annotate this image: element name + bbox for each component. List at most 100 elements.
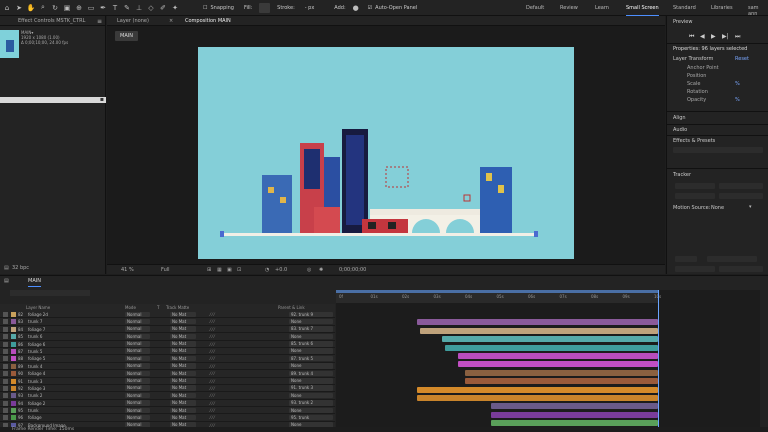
pan-behind-tool-icon[interactable]: ⊕ — [74, 3, 84, 13]
parent-select[interactable]: None — [289, 318, 333, 325]
clone-stamp-tool-icon[interactable]: ⊥ — [134, 3, 144, 13]
blend-mode-select[interactable]: Normal — [125, 333, 150, 340]
layer-bar[interactable] — [458, 361, 658, 368]
col-track-matte[interactable]: Track Matte — [166, 305, 189, 310]
parent-select[interactable]: 87. trunk 5 — [289, 355, 333, 362]
label-color-swatch[interactable] — [11, 378, 16, 384]
switches-icon[interactable]: ⁄ ⁄ ⁄ — [210, 349, 215, 354]
layer-name[interactable]: foliage 4 — [28, 371, 45, 376]
track-matte-select[interactable]: No Mat — [170, 370, 196, 377]
layer-bar[interactable] — [416, 395, 658, 401]
parent-select[interactable]: 91. trunk 3 — [289, 385, 333, 391]
project-search-bar[interactable]: ▪ — [0, 96, 106, 103]
motion-source-select[interactable]: None — [711, 205, 724, 211]
layer-row[interactable]: 89 trunk 4 Normal No Mat ⁄ ⁄ ⁄ None — [0, 362, 335, 371]
switches-icon[interactable]: ⁄ ⁄ ⁄ — [210, 312, 215, 317]
eye-icon[interactable] — [3, 341, 8, 347]
effects-presets-header[interactable]: Effects & Presets — [673, 138, 715, 144]
work-area-bar[interactable] — [336, 290, 658, 293]
layer-name[interactable]: foliage 3 — [28, 386, 45, 391]
label-color-swatch[interactable] — [11, 348, 16, 354]
layer-row[interactable]: 87 trunk 5 Normal No Mat ⁄ ⁄ ⁄ None — [0, 347, 335, 356]
layer-name[interactable]: trunk 5 — [28, 349, 42, 354]
last-frame-icon[interactable]: ⏭ — [735, 33, 740, 41]
bpc-label[interactable]: 32 bpc — [12, 265, 29, 271]
mask-icon[interactable]: ▣ — [227, 267, 232, 273]
prev-frame-icon[interactable]: ◀ — [700, 33, 705, 40]
workspace-review[interactable]: Review — [560, 5, 578, 11]
track-matte-select[interactable]: No Mat — [170, 392, 196, 399]
layer-name[interactable]: foliage 7 — [28, 327, 45, 332]
layer-name[interactable]: trunk 6 — [28, 334, 42, 339]
eye-icon[interactable] — [3, 326, 8, 332]
reset-link[interactable]: Reset — [735, 56, 749, 62]
label-color-swatch[interactable] — [11, 400, 16, 406]
eye-icon[interactable] — [3, 408, 8, 414]
blend-mode-select[interactable]: Normal — [125, 318, 150, 325]
panel-menu-icon[interactable]: ≡ — [97, 18, 102, 25]
layer-bar[interactable] — [490, 403, 658, 410]
layer-row[interactable]: 96 foliage Normal No Mat ⁄ ⁄ ⁄ 95. trunk — [0, 414, 335, 422]
layer-row[interactable]: 88 foliage 5 Normal No Mat ⁄ ⁄ ⁄ 87. trunk 5 — [0, 355, 335, 363]
track-matte-select[interactable]: No Mat — [170, 378, 196, 384]
blend-mode-select[interactable]: Normal — [125, 400, 150, 406]
track-matte-select[interactable]: No Mat — [170, 341, 196, 347]
workspace-learn[interactable]: Learn — [595, 5, 609, 11]
layer-name[interactable]: foliage 6 — [28, 342, 45, 347]
eye-icon[interactable] — [3, 415, 8, 421]
parent-select[interactable]: 95. trunk — [289, 414, 333, 421]
label-color-swatch[interactable] — [11, 408, 16, 414]
layer-bar[interactable] — [419, 327, 658, 334]
selection-tool-icon[interactable]: ➤ — [14, 3, 24, 13]
label-color-swatch[interactable] — [11, 341, 16, 347]
layer-row[interactable]: 95 trunk Normal No Mat ⁄ ⁄ ⁄ None — [0, 407, 335, 415]
resolution-menu[interactable]: Full — [161, 267, 170, 273]
layer-name[interactable]: trunk 2 — [28, 393, 42, 398]
eye-icon[interactable] — [3, 371, 8, 377]
stroke-width[interactable]: - px — [302, 3, 318, 13]
eye-icon[interactable] — [3, 385, 8, 391]
track-matte-select[interactable]: No Mat — [170, 363, 196, 369]
parent-select[interactable]: None — [289, 348, 333, 354]
workspace-small-screen[interactable]: Small Screen — [626, 5, 659, 16]
layer-row[interactable]: 85 trunk 6 Normal No Mat ⁄ ⁄ ⁄ None — [0, 333, 335, 341]
switches-icon[interactable]: ⁄ ⁄ ⁄ — [210, 415, 215, 420]
layer-row[interactable]: 93 trunk 2 Normal No Mat ⁄ ⁄ ⁄ None — [0, 392, 335, 400]
brush-tool-icon[interactable]: ✎ — [122, 3, 132, 13]
track-matte-select[interactable]: No Mat — [170, 407, 196, 414]
blend-mode-select[interactable]: Normal — [125, 326, 150, 332]
track-matte-select[interactable]: No Mat — [170, 333, 196, 340]
show-snapshot-icon[interactable]: ✺ — [319, 267, 323, 273]
effects-search-input[interactable] — [673, 147, 763, 153]
analyze-controls[interactable] — [707, 256, 757, 262]
pen-tool-icon[interactable]: ✒ — [98, 3, 108, 13]
zoom-tool-icon[interactable]: ⌕ — [38, 3, 48, 13]
layer-bar[interactable] — [490, 411, 658, 418]
hand-tool-icon[interactable]: ✋ — [26, 3, 36, 13]
comp-canvas[interactable] — [198, 47, 574, 259]
layer-row[interactable]: 94 foliage 2 Normal No Mat ⁄ ⁄ ⁄ 93. trunk 2 — [0, 399, 335, 408]
close-icon[interactable]: × — [169, 18, 173, 24]
layer-bar[interactable] — [416, 319, 658, 326]
layer-name[interactable]: foliage — [28, 415, 42, 420]
layer-row[interactable]: 92 foliage 3 Normal No Mat ⁄ ⁄ ⁄ 91. trunk 3 — [0, 384, 335, 393]
apply-button[interactable] — [719, 266, 763, 272]
blend-mode-select[interactable]: Normal — [125, 341, 150, 347]
stabilize-motion-button[interactable] — [719, 193, 763, 199]
col-layer-name[interactable]: Layer Name — [26, 305, 50, 310]
eraser-tool-icon[interactable]: ◇ — [146, 3, 156, 13]
opacity-value[interactable]: % — [735, 97, 740, 103]
timeline-tracks[interactable]: 0f01s02s03s04s05s06s07s08s09s10s — [336, 290, 760, 432]
switches-icon[interactable]: ⁄ ⁄ ⁄ — [210, 364, 215, 369]
parent-select[interactable]: None — [289, 333, 333, 340]
blend-mode-select[interactable]: Normal — [125, 414, 150, 421]
label-color-swatch[interactable] — [11, 356, 16, 362]
eye-icon[interactable] — [3, 334, 8, 340]
transparency-icon[interactable]: ▦ — [217, 267, 222, 273]
play-icon[interactable]: ▶ — [711, 33, 716, 40]
snapshot-icon[interactable]: ◎ — [307, 267, 311, 273]
timeline-tab-main[interactable]: MAIN — [28, 278, 41, 287]
layer-bar[interactable] — [464, 378, 658, 385]
blend-mode-select[interactable]: Normal — [125, 407, 150, 414]
layer-row[interactable]: 86 foliage 6 Normal No Mat ⁄ ⁄ ⁄ 85. trunk 6 — [0, 340, 335, 348]
